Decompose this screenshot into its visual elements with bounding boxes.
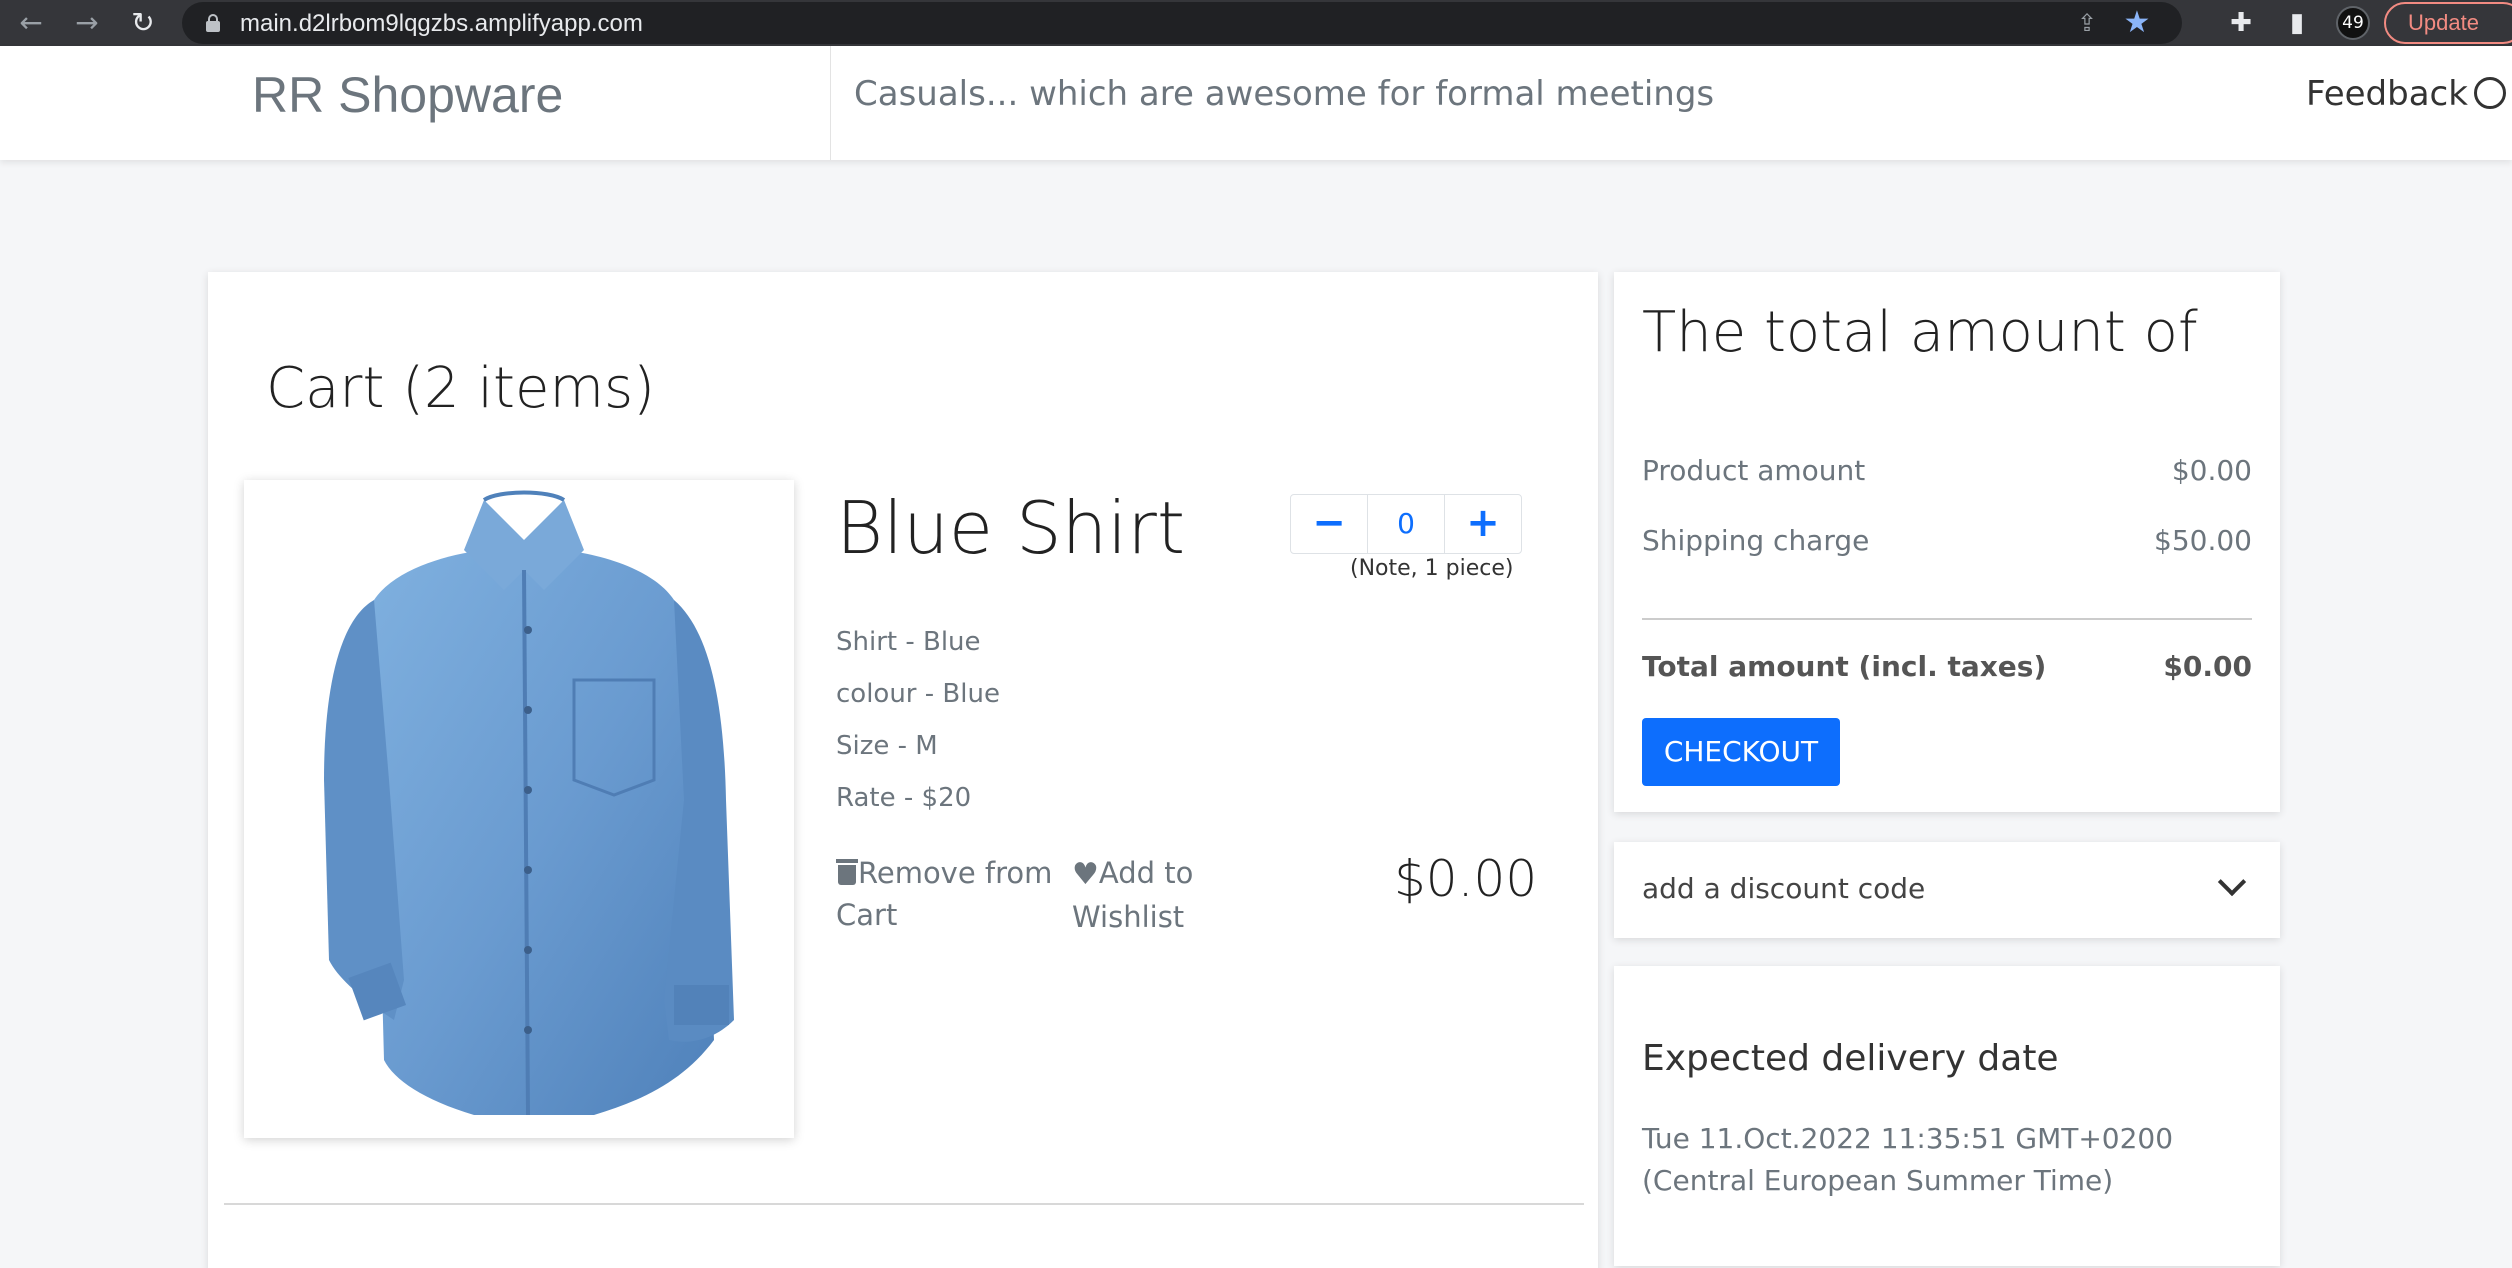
summary-title: The total amount of bbox=[1642, 300, 2198, 365]
total-label: Total amount (incl. taxes) bbox=[1642, 650, 2047, 683]
address-bar[interactable]: main.d2lrbom9lqgzbs.amplifyapp.com ⇪ ★ bbox=[182, 2, 2182, 44]
shipping-label: Shipping charge bbox=[1642, 524, 1870, 557]
feedback-label: Feedback bbox=[2306, 74, 2468, 114]
profile-avatar[interactable]: 49 bbox=[2336, 6, 2370, 40]
increment-button[interactable]: + bbox=[1445, 495, 1521, 553]
total-row: Total amount (incl. taxes) $0.00 bbox=[1642, 650, 2252, 683]
spec-line: Rate - $20 bbox=[836, 783, 972, 813]
forward-icon[interactable]: → bbox=[70, 6, 104, 40]
delivery-title: Expected delivery date bbox=[1642, 1038, 2059, 1079]
discount-label: add a discount code bbox=[1642, 872, 1926, 905]
header-divider bbox=[830, 46, 831, 160]
discount-accordion[interactable]: add a discount code bbox=[1614, 842, 2280, 938]
whatsapp-icon bbox=[2473, 76, 2506, 109]
spec-line: colour - Blue bbox=[836, 679, 1000, 709]
shipping-row: Shipping charge $50.00 bbox=[1642, 524, 2252, 557]
shipping-value: $50.00 bbox=[2154, 524, 2252, 557]
chevron-down-icon[interactable] bbox=[2217, 867, 2247, 897]
cart-title: Cart (2 items) bbox=[266, 356, 656, 421]
product-amount-row: Product amount $0.00 bbox=[1642, 454, 2252, 487]
quantity-stepper: − 0 + bbox=[1290, 494, 1522, 554]
quantity-note: (Note, 1 piece) bbox=[1350, 556, 1514, 581]
order-summary: The total amount of Product amount $0.00… bbox=[1614, 272, 2280, 812]
side-panel-icon[interactable]: ▮ bbox=[2280, 6, 2314, 40]
product-amount-value: $0.00 bbox=[2171, 454, 2252, 487]
site-header: RR Shopware Casuals... which are awesome… bbox=[0, 46, 2512, 160]
trash-icon bbox=[836, 859, 858, 885]
bookmark-star-icon[interactable]: ★ bbox=[2120, 6, 2154, 40]
update-button[interactable]: Update bbox=[2384, 2, 2512, 44]
total-value: $0.00 bbox=[2163, 650, 2252, 683]
spec-line: Shirt - Blue bbox=[836, 627, 981, 657]
back-icon[interactable]: ← bbox=[14, 6, 48, 40]
summary-divider bbox=[1642, 618, 2252, 620]
quantity-value[interactable]: 0 bbox=[1367, 495, 1445, 553]
decrement-button[interactable]: − bbox=[1291, 495, 1367, 553]
cart-divider bbox=[224, 1203, 1584, 1205]
brand-logo[interactable]: RR Shopware bbox=[252, 66, 563, 124]
delivery-date: Tue 11.Oct.2022 11:35:51 GMT+0200 (Centr… bbox=[1642, 1122, 2174, 1197]
checkout-button[interactable]: CHECKOUT bbox=[1642, 718, 1840, 786]
brand-rest: Shopware bbox=[338, 67, 564, 123]
item-price: $0.00 bbox=[1394, 850, 1538, 908]
extensions-icon[interactable]: ✚ bbox=[2224, 6, 2258, 40]
product-name: Blue Shirt bbox=[836, 486, 1186, 570]
delivery-card: Expected delivery date Tue 11.Oct.2022 1… bbox=[1614, 966, 2280, 1266]
heart-icon: ♥ bbox=[1072, 857, 1099, 892]
feedback-link[interactable]: Feedback bbox=[2306, 74, 2506, 114]
url-text[interactable]: main.d2lrbom9lqgzbs.amplifyapp.com bbox=[240, 10, 643, 38]
product-specs: Shirt - Blue colour - Blue Size - M Rate… bbox=[836, 616, 1000, 824]
cart-panel: Cart (2 items) Blue Shirt Shirt - Blue c… bbox=[208, 272, 1598, 1268]
add-to-wishlist-link[interactable]: ♥Add to Wishlist bbox=[1072, 852, 1222, 938]
remove-from-cart-link[interactable]: Remove from Cart bbox=[836, 852, 1056, 936]
tagline: Casuals... which are awesome for formal … bbox=[854, 74, 1715, 114]
remove-label: Remove from Cart bbox=[836, 856, 1053, 932]
lock-icon[interactable] bbox=[206, 14, 220, 32]
blue-shirt-illustration bbox=[324, 490, 734, 1116]
spec-line: Size - M bbox=[836, 731, 938, 761]
brand-bold: RR bbox=[252, 67, 325, 123]
product-amount-label: Product amount bbox=[1642, 454, 1866, 487]
reload-icon[interactable]: ↻ bbox=[126, 6, 160, 40]
product-image[interactable] bbox=[244, 480, 794, 1138]
browser-toolbar: ← → ↻ main.d2lrbom9lqgzbs.amplifyapp.com… bbox=[0, 0, 2512, 46]
share-icon[interactable]: ⇪ bbox=[2072, 8, 2102, 38]
